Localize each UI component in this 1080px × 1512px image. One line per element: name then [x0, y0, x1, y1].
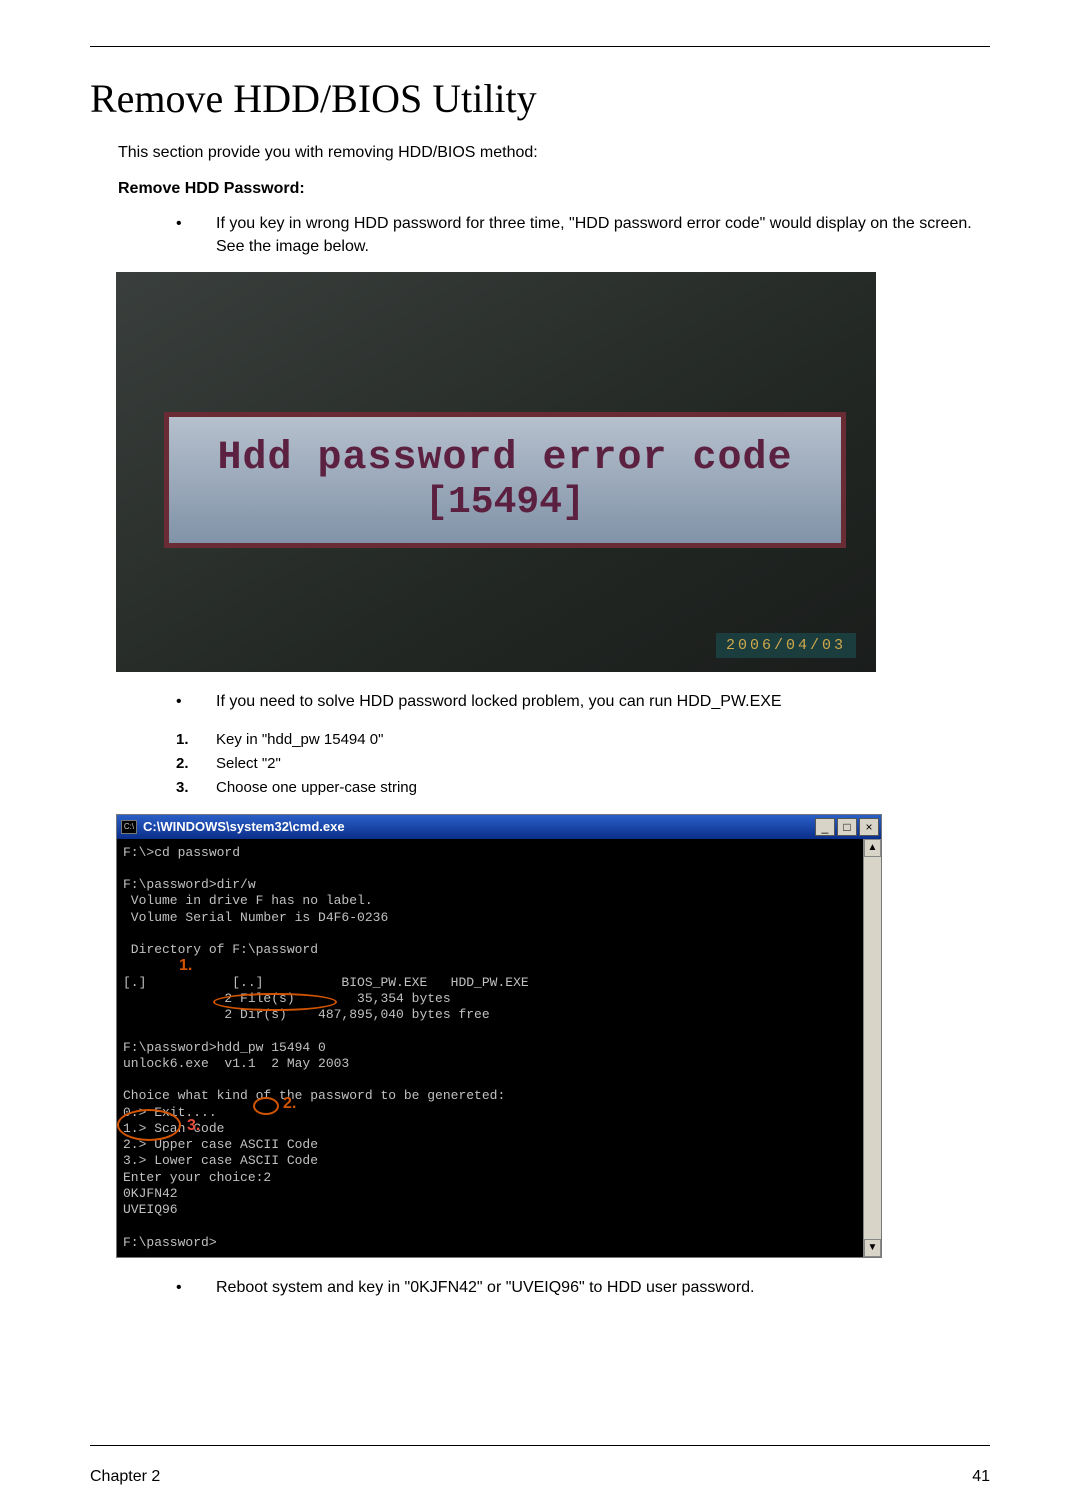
step-3: Choose one upper-case string [170, 776, 990, 800]
error-line1: Hdd password error code [217, 436, 792, 481]
error-dialog: Hdd password error code [15494] [164, 412, 846, 548]
bullet-run-hddpw: If you need to solve HDD password locked… [170, 690, 990, 713]
bullet-reboot: Reboot system and key in "0KJFN42" or "U… [170, 1276, 990, 1299]
cmd-titlebar: C:\ C:\WINDOWS\system32\cmd.exe _ □ × [117, 815, 881, 839]
footer-page-number: 41 [972, 1468, 990, 1486]
error-line2: [15494] [425, 481, 585, 524]
annotation-oval-3 [117, 1109, 181, 1141]
screenshot-cmd: C:\ C:\WINDOWS\system32\cmd.exe _ □ × F:… [116, 814, 882, 1258]
cmd-scrollbar[interactable]: ▲ ▼ [863, 839, 881, 1257]
scroll-up-button[interactable]: ▲ [864, 839, 881, 857]
scroll-down-button[interactable]: ▼ [864, 1239, 881, 1257]
annotation-oval-1 [213, 993, 337, 1011]
page-title: Remove HDD/BIOS Utility [90, 75, 990, 122]
intro-text: This section provide you with removing H… [118, 144, 990, 162]
annotation-1: 1. [179, 957, 192, 975]
step-2: Select "2" [170, 752, 990, 776]
annotation-2: 2. [283, 1095, 296, 1113]
cmd-title-text: C:\WINDOWS\system32\cmd.exe [143, 819, 345, 834]
step-1: Key in "hdd_pw 15494 0" [170, 728, 990, 752]
cmd-title-icon: C:\ [121, 820, 137, 834]
screenshot-hdd-error: Hdd password error code [15494] 2006/04/… [116, 272, 876, 672]
photo-timestamp: 2006/04/03 [716, 633, 856, 658]
window-close-button[interactable]: × [859, 818, 879, 836]
window-minimize-button[interactable]: _ [815, 818, 835, 836]
annotation-oval-2 [253, 1097, 279, 1115]
subheading-remove-hdd-password: Remove HDD Password: [118, 180, 990, 198]
annotation-3: 3. [187, 1117, 200, 1135]
footer-chapter: Chapter 2 [90, 1468, 160, 1486]
bullet-wrong-password: If you key in wrong HDD password for thr… [170, 212, 990, 258]
cmd-output: F:\>cd password F:\password>dir/w Volume… [117, 839, 863, 1257]
window-maximize-button[interactable]: □ [837, 818, 857, 836]
